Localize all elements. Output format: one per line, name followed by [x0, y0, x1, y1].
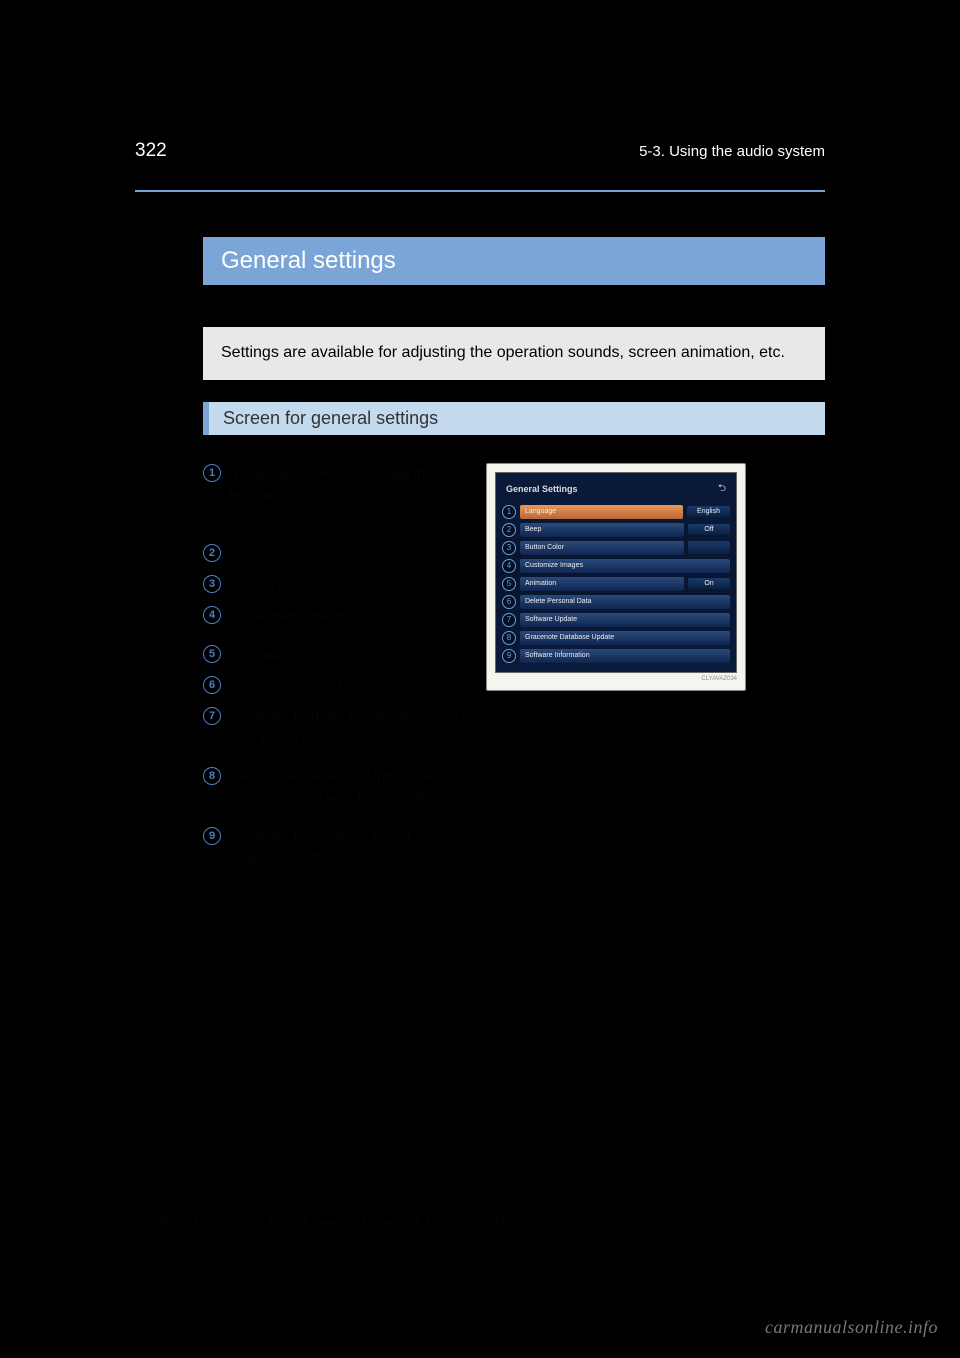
item-text: "Delete Personal Data"	[229, 675, 468, 696]
row-label: Delete Personal Data	[525, 598, 725, 605]
row-value[interactable]: English	[687, 506, 730, 517]
watermark: carmanualsonline.info	[765, 1317, 938, 1338]
item-text: "Animation"	[229, 644, 468, 665]
item-text: "Software Update" For details, contact y…	[229, 706, 468, 748]
menu-row[interactable]: 8 Gracenote Database Update	[502, 630, 730, 646]
row-marker-icon: 9	[502, 649, 516, 663]
list-item: 6 "Delete Personal Data"	[203, 675, 468, 696]
item-text: "Button Color"	[229, 574, 468, 595]
menu-row[interactable]: 6 Delete Personal Data	[502, 594, 730, 610]
row-label-container[interactable]: Beep	[520, 523, 684, 537]
menu-row[interactable]: 3 Button Color	[502, 540, 730, 556]
row-label: Gracenote Database Update	[525, 634, 725, 641]
list-item: 1 "Language" Select to change the langua…	[203, 463, 468, 505]
item-number-icon: 5	[203, 645, 221, 663]
subtitle-bar: Screen for general settings	[203, 402, 825, 435]
item-number-icon: 2	[203, 544, 221, 562]
row-value[interactable]: Off	[688, 524, 730, 535]
list-item: 5 "Animation"	[203, 644, 468, 665]
row-label-container[interactable]: Button Color	[520, 541, 684, 555]
menu-row[interactable]: 1 Language English	[502, 504, 730, 520]
menu-row[interactable]: 4 Customize Images	[502, 558, 730, 574]
row-label-container[interactable]: Customize Images	[520, 559, 730, 573]
row-marker-icon: 2	[502, 523, 516, 537]
row-marker-icon: 6	[502, 595, 516, 609]
row-label: Button Color	[525, 544, 679, 551]
title-bar: General settings	[203, 237, 825, 285]
item-number-icon: 3	[203, 575, 221, 593]
row-label-container[interactable]: Software Information	[520, 649, 730, 663]
item-number-icon: 6	[203, 676, 221, 694]
row-label-container[interactable]: Animation	[520, 577, 684, 591]
item-number-icon: 7	[203, 707, 221, 725]
list-item: 4 "Customize Images" (→P. 323)	[203, 605, 468, 626]
row-marker-icon: 7	[502, 613, 516, 627]
list-item: 2 "Beep"	[203, 543, 468, 564]
row-value[interactable]: On	[688, 578, 730, 589]
item-text: "Customize Images" (→P. 323)	[229, 605, 468, 626]
row-label: Software Update	[525, 616, 725, 623]
row-label-container[interactable]: Software Update	[520, 613, 730, 627]
pdf-note: CT200h_OM_OM76215U_(U).book Page 322 Fri…	[135, 1216, 511, 1228]
list-item: 7 "Software Update" For details, contact…	[203, 706, 468, 748]
row-value[interactable]	[688, 541, 730, 554]
menu-row[interactable]: 5 Animation On	[502, 576, 730, 592]
row-label-container[interactable]: Language	[520, 505, 683, 519]
row-label: Customize Images	[525, 562, 725, 569]
item-number-icon: 8	[203, 767, 221, 785]
row-marker-icon: 4	[502, 559, 516, 573]
list-item: 3 "Button Color"	[203, 574, 468, 595]
divider	[135, 190, 825, 192]
row-label: Animation	[525, 580, 679, 587]
row-marker-icon: 5	[502, 577, 516, 591]
settings-screen: General Settings ⮌ 1 Language English 2 Beep…	[495, 472, 737, 673]
description-box: Settings are available for adjusting the…	[203, 327, 825, 380]
menu-row[interactable]: 7 Software Update	[502, 612, 730, 628]
page-number: 322	[135, 140, 167, 162]
items-list: 1 "Language" Select to change the langua…	[203, 463, 468, 876]
chapter-title: 5-3. Using the audio system	[639, 143, 825, 160]
row-label: Language	[525, 508, 678, 515]
item-text: "Gracenote Database Update" For details,…	[229, 766, 468, 808]
row-marker-icon: 3	[502, 541, 516, 555]
item-number-icon: 4	[203, 606, 221, 624]
row-label-container[interactable]: Delete Personal Data	[520, 595, 730, 609]
menu-row[interactable]: 2 Beep Off	[502, 522, 730, 538]
item-number-icon: 9	[203, 827, 221, 845]
screenshot-code: CLYAVAZ034	[495, 676, 737, 682]
item-number-icon: 1	[203, 464, 221, 482]
row-marker-icon: 1	[502, 505, 516, 519]
list-item: 8 "Gracenote Database Update" For detail…	[203, 766, 468, 808]
row-label: Software Information	[525, 652, 725, 659]
item-text: "Software Information" Select to display…	[229, 826, 468, 868]
screenshot-frame: General Settings ⮌ 1 Language English 2 Beep…	[486, 463, 746, 691]
item-text: "Beep"	[229, 543, 468, 564]
back-icon[interactable]: ⮌	[718, 481, 726, 498]
row-label-container[interactable]: Gracenote Database Update	[520, 631, 730, 645]
item-text: "Language" Select to change the language…	[229, 463, 468, 505]
row-marker-icon: 8	[502, 631, 516, 645]
screen-title: General Settings	[506, 484, 578, 494]
list-item: 9 "Software Information" Select to displ…	[203, 826, 468, 868]
row-label: Beep	[525, 526, 679, 533]
menu-row[interactable]: 9 Software Information	[502, 648, 730, 664]
